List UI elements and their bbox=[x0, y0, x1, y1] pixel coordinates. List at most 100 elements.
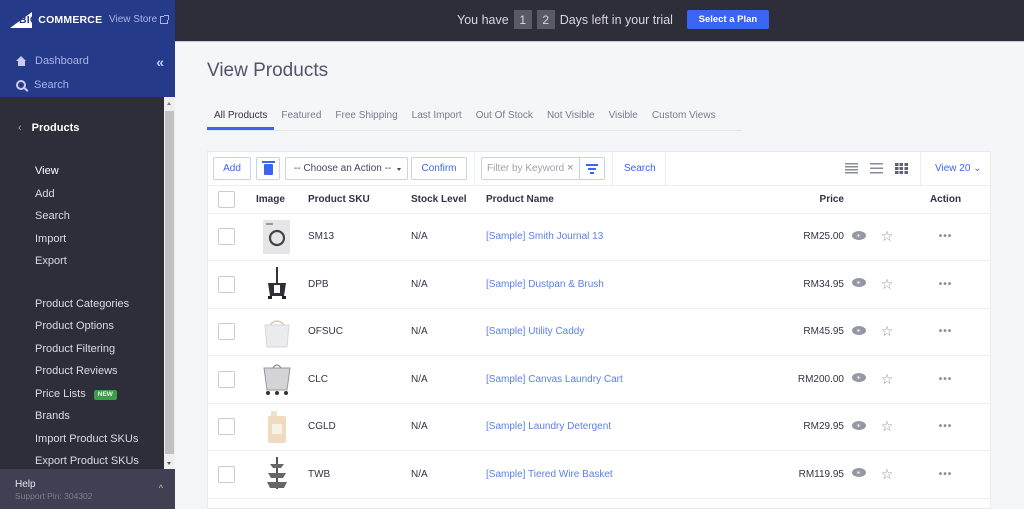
sidebar-item-search[interactable]: Search bbox=[35, 209, 139, 232]
product-thumbnail-basket[interactable] bbox=[262, 457, 292, 491]
stock-level: N/A bbox=[411, 355, 486, 404]
row-checkbox[interactable] bbox=[218, 370, 235, 388]
sidebar-item-label: Search bbox=[35, 210, 70, 222]
clear-filter-icon[interactable]: × bbox=[567, 162, 573, 174]
sidebar-item-product-reviews[interactable]: Product Reviews bbox=[35, 364, 139, 387]
eye-icon[interactable] bbox=[851, 230, 866, 240]
bigcommerce-logo[interactable]: BIGCOMMERCE bbox=[10, 12, 102, 30]
product-sku: CLC bbox=[308, 355, 411, 404]
row-checkbox[interactable] bbox=[218, 465, 235, 483]
grid-view-icon[interactable] bbox=[895, 163, 908, 174]
product-name-link[interactable]: [Sample] Tiered Wire Basket bbox=[486, 469, 613, 480]
product-name-link[interactable]: [Sample] Smith Journal 13 bbox=[486, 231, 603, 242]
list-view-icon[interactable] bbox=[870, 163, 883, 174]
sidebar-item-view[interactable]: View bbox=[35, 164, 139, 187]
row-checkbox[interactable] bbox=[218, 418, 235, 436]
tab-not-visible[interactable]: Not Visible bbox=[540, 103, 602, 130]
home-icon bbox=[16, 56, 27, 66]
dense-list-view-icon[interactable] bbox=[845, 163, 858, 174]
search-button[interactable]: Search bbox=[624, 163, 656, 174]
tab-last-import[interactable]: Last Import bbox=[405, 103, 469, 130]
view-store-link[interactable]: View Store bbox=[109, 14, 170, 25]
row-checkbox[interactable] bbox=[218, 323, 235, 341]
select-all-checkbox[interactable] bbox=[218, 190, 235, 208]
tab-custom-views[interactable]: Custom Views bbox=[645, 103, 723, 130]
product-name-link[interactable]: [Sample] Laundry Detergent bbox=[486, 421, 611, 432]
sidebar-item-brands[interactable]: Brands bbox=[35, 409, 139, 432]
search-icon bbox=[16, 80, 26, 90]
product-thumbnail-cart[interactable] bbox=[262, 362, 292, 396]
header-price[interactable]: Price bbox=[732, 186, 844, 214]
product-thumbnail-dustpan[interactable] bbox=[262, 267, 292, 301]
sidebar-item-price-lists[interactable]: Price Lists NEW bbox=[35, 387, 139, 410]
eye-icon[interactable] bbox=[851, 468, 866, 478]
sidebar-item-export[interactable]: Export bbox=[35, 254, 139, 277]
trial-message: You have 1 2 Days left in your trial Sel… bbox=[457, 10, 769, 29]
star-icon[interactable]: ☆ bbox=[881, 323, 894, 339]
sidebar-scrollbar[interactable] bbox=[164, 97, 175, 469]
more-actions-icon[interactable]: ••• bbox=[939, 421, 953, 432]
view-count-dropdown[interactable]: View 20 ⌄ bbox=[935, 163, 982, 174]
eye-icon[interactable] bbox=[851, 278, 866, 288]
confirm-button[interactable]: Confirm bbox=[411, 157, 467, 180]
chevron-up-icon[interactable]: ^ bbox=[159, 483, 163, 493]
collapse-sidebar-icon[interactable]: « bbox=[156, 54, 164, 70]
eye-icon[interactable] bbox=[851, 325, 866, 335]
header-name[interactable]: Product Name bbox=[486, 186, 732, 214]
header-sku[interactable]: Product SKU bbox=[308, 186, 411, 214]
product-name-link[interactable]: [Sample] Dustpan & Brush bbox=[486, 279, 604, 290]
eye-icon[interactable] bbox=[851, 420, 866, 430]
sidebar-item-label: View bbox=[35, 165, 59, 177]
delete-button[interactable] bbox=[256, 157, 280, 180]
sidebar-item-add[interactable]: Add bbox=[35, 187, 139, 210]
more-actions-icon[interactable]: ••• bbox=[939, 326, 953, 337]
sidebar-item-import-product-skus[interactable]: Import Product SKUs bbox=[35, 432, 139, 455]
filter-keyword-input[interactable] bbox=[481, 157, 579, 180]
product-thumbnail-caddy[interactable] bbox=[262, 315, 292, 349]
product-sku: DPB bbox=[308, 260, 411, 309]
product-name-link[interactable]: [Sample] Utility Caddy bbox=[486, 326, 584, 337]
header-spacer bbox=[844, 186, 873, 214]
star-icon[interactable]: ☆ bbox=[881, 418, 894, 434]
product-image-cell bbox=[256, 450, 308, 499]
filter-options-button[interactable] bbox=[579, 157, 605, 180]
row-select-cell bbox=[208, 450, 256, 499]
product-thumbnail-journal[interactable] bbox=[262, 219, 292, 254]
tab-out-of-stock[interactable]: Out Of Stock bbox=[469, 103, 540, 130]
tab-featured[interactable]: Featured bbox=[274, 103, 328, 130]
row-checkbox[interactable] bbox=[218, 228, 235, 246]
help-panel[interactable]: Help Support Pin: 304302 ^ bbox=[0, 469, 175, 509]
star-icon[interactable]: ☆ bbox=[881, 466, 894, 482]
sidebar-item-product-categories[interactable]: Product Categories bbox=[35, 297, 139, 320]
more-actions-icon[interactable]: ••• bbox=[939, 374, 953, 385]
toolbar-divider bbox=[612, 152, 613, 186]
more-actions-icon[interactable]: ••• bbox=[939, 231, 953, 242]
scroll-up-icon[interactable] bbox=[167, 102, 171, 105]
sidebar-section-products[interactable]: ‹ Products bbox=[18, 122, 79, 134]
star-icon[interactable]: ☆ bbox=[881, 228, 894, 244]
sidebar-dashboard[interactable]: Dashboard bbox=[16, 55, 89, 67]
sidebar-search[interactable]: Search bbox=[16, 79, 69, 91]
add-product-button[interactable]: Add bbox=[213, 157, 251, 180]
view-cell bbox=[844, 213, 873, 261]
tab-free-shipping[interactable]: Free Shipping bbox=[328, 103, 404, 130]
product-thumbnail-detergent[interactable] bbox=[262, 410, 292, 444]
scrollbar-thumb[interactable] bbox=[165, 111, 174, 454]
more-actions-icon[interactable]: ••• bbox=[939, 469, 953, 480]
sidebar-item-product-options[interactable]: Product Options bbox=[35, 319, 139, 342]
table-row: SM13 N/A [Sample] Smith Journal 13 RM25.… bbox=[208, 213, 990, 261]
more-actions-icon[interactable]: ••• bbox=[939, 279, 953, 290]
tab-all-products[interactable]: All Products bbox=[207, 103, 275, 130]
star-icon[interactable]: ☆ bbox=[881, 276, 894, 292]
select-plan-button[interactable]: Select a Plan bbox=[686, 10, 769, 29]
scroll-down-icon[interactable] bbox=[167, 462, 171, 465]
sidebar-item-import[interactable]: Import bbox=[35, 232, 139, 255]
eye-icon[interactable] bbox=[851, 373, 866, 383]
row-checkbox[interactable] bbox=[218, 275, 235, 293]
tab-visible[interactable]: Visible bbox=[602, 103, 645, 130]
bulk-action-select[interactable]: -- Choose an Action -- bbox=[285, 157, 408, 180]
product-name-link[interactable]: [Sample] Canvas Laundry Cart bbox=[486, 374, 623, 385]
sidebar-item-product-filtering[interactable]: Product Filtering bbox=[35, 342, 139, 365]
star-icon[interactable]: ☆ bbox=[881, 371, 894, 387]
header-stock[interactable]: Stock Level bbox=[411, 186, 486, 214]
